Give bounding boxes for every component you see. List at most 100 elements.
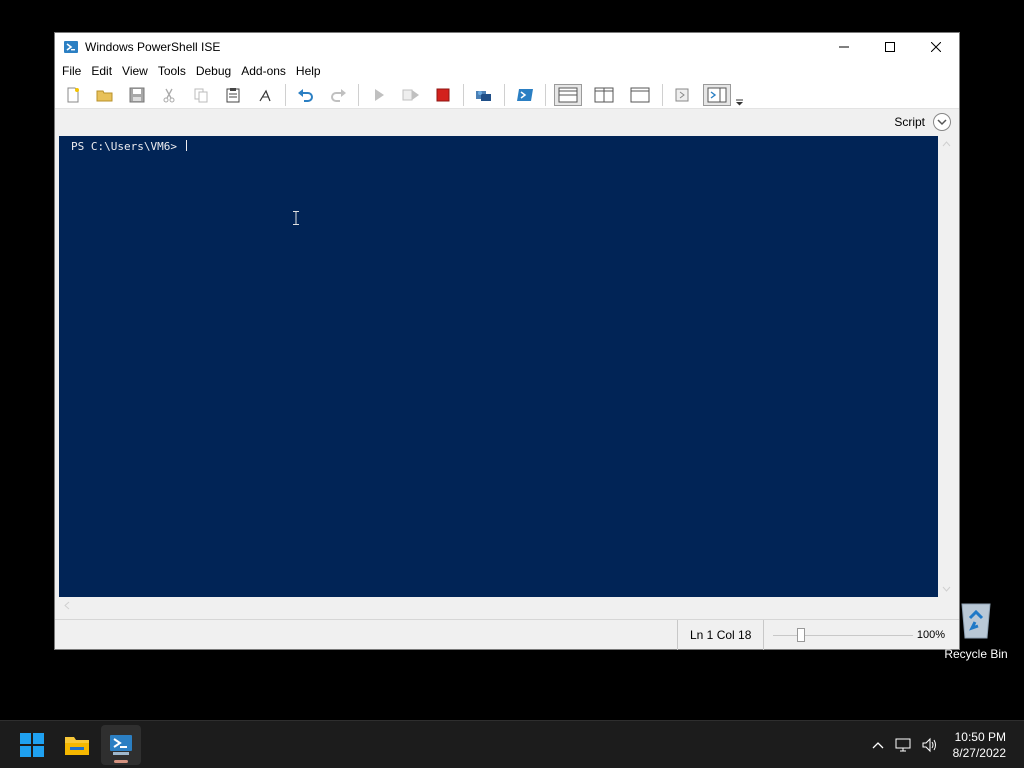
layout-maximized-icon <box>630 87 650 102</box>
copy-button[interactable] <box>189 84 213 106</box>
open-button[interactable] <box>93 84 117 106</box>
toolbar-overflow-icon[interactable] <box>735 84 743 106</box>
maximize-button[interactable] <box>867 33 913 61</box>
zoom-slider-track[interactable] <box>773 635 913 636</box>
scroll-up-icon <box>942 141 951 147</box>
run-script-button[interactable] <box>367 84 391 106</box>
maximize-icon <box>885 42 895 52</box>
undo-icon <box>298 88 313 102</box>
file-explorer-button[interactable] <box>57 725 97 765</box>
play-icon <box>375 88 384 101</box>
system-tray <box>862 721 940 768</box>
powershell-icon <box>517 88 533 101</box>
zoom-level: 100% <box>916 629 945 641</box>
layout-right-icon <box>594 87 614 102</box>
folder-icon <box>65 737 89 755</box>
window-title: Windows PowerShell ISE <box>85 40 221 54</box>
stop-icon <box>436 88 450 101</box>
vertical-scrollbar[interactable] <box>938 136 955 597</box>
paste-icon <box>226 87 240 102</box>
horizontal-scrollbar[interactable] <box>59 597 939 614</box>
new-file-icon <box>67 87 79 102</box>
copy-icon <box>194 88 208 102</box>
toolbar-separator <box>358 83 359 106</box>
show-script-maximized-button[interactable] <box>626 84 654 106</box>
show-script-pane-button[interactable] <box>933 113 951 131</box>
network-icon <box>895 738 911 752</box>
script-pane-bar: Script <box>55 110 959 134</box>
start-button[interactable] <box>12 725 52 765</box>
menu-view[interactable]: View <box>117 64 153 78</box>
paste-button[interactable] <box>221 84 245 106</box>
console-pane[interactable]: PS C:\Users\VM6> <box>59 136 939 597</box>
network-button[interactable] <box>894 735 914 755</box>
powershell-ise-taskbar-button[interactable] <box>101 725 141 765</box>
active-indicator <box>114 760 128 763</box>
menu-bar: File Edit View Tools Debug Add-ons Help <box>55 61 959 81</box>
layout-top-icon <box>558 87 578 102</box>
toolbar-separator <box>662 83 663 106</box>
zoom-slider-thumb[interactable] <box>797 628 805 642</box>
toolbar-separator <box>285 83 286 106</box>
show-script-right-button[interactable] <box>590 84 618 106</box>
menu-help[interactable]: Help <box>291 64 326 78</box>
chevron-up-icon <box>872 742 884 749</box>
scroll-left-icon <box>64 601 70 610</box>
desktop: Windows PowerShell ISE File Edit View To… <box>0 0 1024 768</box>
run-selection-icon <box>402 89 419 100</box>
menu-file[interactable]: File <box>57 64 86 78</box>
chevron-down-icon <box>937 119 947 126</box>
open-folder-icon <box>96 90 113 101</box>
show-script-top-button[interactable] <box>554 83 582 106</box>
script-pane-label[interactable]: Script <box>894 115 925 129</box>
console-prompt: PS C:\Users\VM6> <box>71 140 187 153</box>
recycle-bin-icon <box>961 603 991 639</box>
clock[interactable]: 10:50 PM 8/27/2022 <box>953 729 1006 761</box>
undo-button[interactable] <box>294 84 318 106</box>
start-powershell-button[interactable] <box>513 84 537 106</box>
cut-button[interactable] <box>157 84 181 106</box>
toolbar-separator <box>463 83 464 106</box>
redo-icon <box>331 88 346 102</box>
run-selection-button[interactable] <box>399 84 423 106</box>
status-bar: Ln 1 Col 18 100% <box>55 619 959 650</box>
text-caret <box>185 140 187 151</box>
windows-logo-icon <box>20 733 44 757</box>
redo-button[interactable] <box>326 84 350 106</box>
recycle-bin-label: Recycle Bin <box>944 647 1008 661</box>
broom-icon <box>259 89 271 101</box>
scroll-down-icon <box>942 586 951 592</box>
save-button[interactable] <box>125 84 149 106</box>
clear-console-button[interactable] <box>253 84 277 106</box>
recycle-bin[interactable]: Recycle Bin <box>944 598 1008 661</box>
powershell-ise-icon <box>64 41 78 53</box>
toolbar-separator <box>504 83 505 106</box>
volume-button[interactable] <box>920 735 940 755</box>
stop-button[interactable] <box>431 84 455 106</box>
toolbar-separator <box>545 83 546 106</box>
menu-edit[interactable]: Edit <box>86 64 117 78</box>
command-window-icon <box>675 88 689 101</box>
minimize-button[interactable] <box>821 33 867 61</box>
ibeam-cursor-icon <box>293 211 299 225</box>
close-button[interactable] <box>913 33 959 61</box>
save-icon <box>129 87 145 102</box>
show-command-addon-button[interactable] <box>703 83 731 106</box>
powershell-ise-window: Windows PowerShell ISE File Edit View To… <box>54 32 960 650</box>
show-hidden-icons-button[interactable] <box>868 735 888 755</box>
menu-add-ons[interactable]: Add-ons <box>236 64 291 78</box>
remote-powershell-button[interactable] <box>472 84 496 106</box>
new-button[interactable] <box>61 84 85 106</box>
clock-time: 10:50 PM <box>954 730 1006 744</box>
show-command-window-button[interactable] <box>671 84 695 106</box>
title-bar[interactable]: Windows PowerShell ISE <box>55 33 959 61</box>
taskbar: 10:50 PM 8/27/2022 <box>0 720 1024 768</box>
menu-debug[interactable]: Debug <box>191 64 236 78</box>
powershell-ise-icon <box>110 735 132 755</box>
menu-tools[interactable]: Tools <box>153 64 191 78</box>
clock-date: 8/27/2022 <box>952 746 1006 760</box>
window-controls <box>821 33 959 61</box>
command-addon-icon <box>707 87 727 102</box>
prompt-text: PS C:\Users\VM6> <box>71 140 184 153</box>
toolbar <box>55 81 959 109</box>
